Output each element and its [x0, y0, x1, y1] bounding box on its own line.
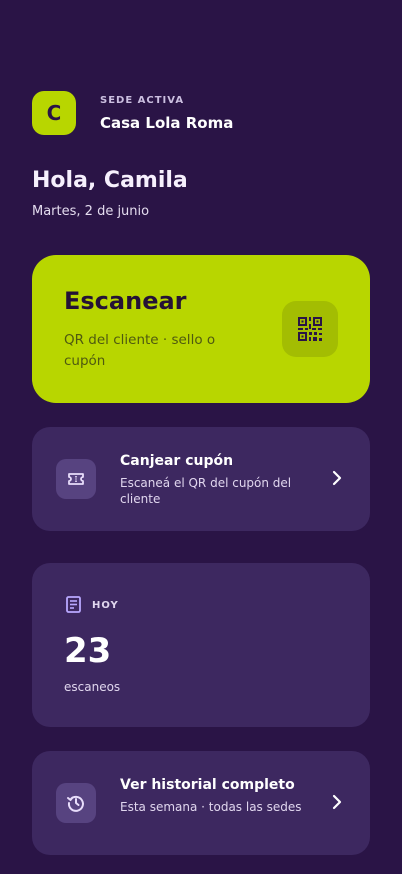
ticket-icon	[56, 459, 96, 499]
today-stats-card: HOY 23 escaneos	[32, 563, 370, 727]
scan-subtitle: QR del cliente · sello o cupón	[64, 332, 216, 369]
branch-logo: C	[32, 91, 76, 135]
chevron-right-icon	[332, 794, 342, 814]
view-history-title: Ver historial completo	[120, 777, 295, 793]
redeem-coupon-subtitle: Escaneá el QR del cupón del cliente	[120, 476, 292, 506]
stats-label: HOY	[92, 600, 119, 611]
branch-name: Casa Lola Roma	[100, 113, 234, 132]
branch-label: SEDE ACTIVA	[100, 94, 185, 106]
scan-title: Escanear	[64, 287, 187, 315]
redeem-coupon-title: Canjear cupón	[120, 453, 234, 469]
scan-count: 23	[64, 631, 112, 671]
current-date: Martes, 2 de junio	[32, 204, 150, 219]
qr-code-icon	[282, 301, 338, 357]
scan-count-unit: escaneos	[64, 680, 121, 694]
view-history-button[interactable]: Ver historial completo Esta semana · tod…	[32, 751, 370, 855]
active-branch-header: C SEDE ACTIVA Casa Lola Roma	[32, 91, 233, 135]
scan-button[interactable]: Escanear QR del cliente · sello o cupón	[32, 255, 370, 403]
view-history-subtitle: Esta semana · todas las sedes	[120, 800, 302, 814]
receipt-icon	[66, 596, 82, 618]
redeem-coupon-button[interactable]: Canjear cupón Escaneá el QR del cupón de…	[32, 427, 370, 531]
history-icon	[56, 783, 96, 823]
greeting-title: Hola, Camila	[32, 168, 188, 193]
branch-info: SEDE ACTIVA Casa Lola Roma	[100, 95, 233, 132]
chevron-right-icon	[332, 470, 342, 490]
